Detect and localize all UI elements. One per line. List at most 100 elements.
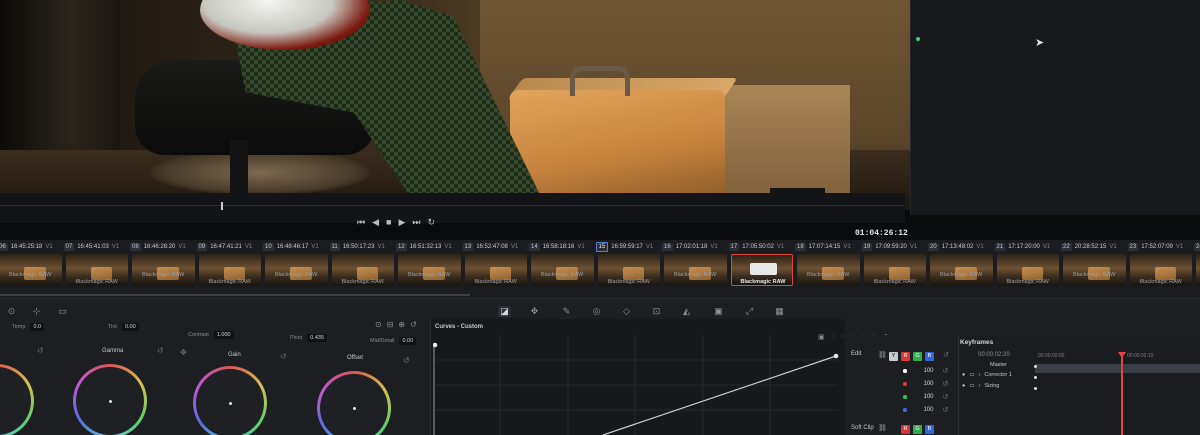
gamma-wheel[interactable] <box>73 364 147 435</box>
lift-reset-icon[interactable]: ↺ <box>37 346 44 355</box>
gamma-reset-icon[interactable]: ↺ <box>157 346 164 355</box>
temp-field[interactable]: 0.0 <box>30 323 45 331</box>
key-icon[interactable]: ▣ <box>712 306 725 317</box>
keyframe-marker[interactable] <box>1034 376 1037 379</box>
clip-label[interactable]: 17 17:05:50:02 V1 <box>728 240 784 254</box>
channel-b-button[interactable]: B <box>925 352 934 361</box>
viewer-image[interactable] <box>0 0 910 210</box>
blur-icon[interactable]: ◭ <box>680 306 693 317</box>
link-icon[interactable]: ⛓ <box>878 351 887 359</box>
kf-track-corrector[interactable]: ● ▭ › Corrector 1 <box>962 372 1012 378</box>
kf-lock-icon[interactable]: ▭ <box>969 383 974 389</box>
zoom-icon[interactable]: ⊕ <box>398 320 405 329</box>
clip-label[interactable]: 24V1 <box>1194 240 1200 254</box>
pivot-field[interactable]: 0.435 <box>307 334 327 342</box>
clip-label[interactable]: 08 16:46:26:20 V1 <box>130 240 186 254</box>
viewer-scrubber[interactable] <box>0 193 905 223</box>
magic-mask-icon[interactable]: ⊡ <box>650 306 663 317</box>
clip-caption: Blackmagic RAW <box>940 272 983 278</box>
clip-timecode: 16:45:41:03 <box>77 244 109 250</box>
clip-track: V1 <box>1042 244 1051 250</box>
tracker-icon[interactable]: ◇ <box>620 306 633 317</box>
stop-icon[interactable]: ■ <box>386 217 391 228</box>
tint-field[interactable]: 0.00 <box>121 323 139 331</box>
kf-expand-icon[interactable]: › <box>979 372 981 378</box>
clip-number: 13 <box>462 243 474 251</box>
clip-label[interactable]: 12 16:51:32:13 V1 <box>396 240 452 254</box>
clip-label[interactable]: 06 16:45:25:18 V1 <box>0 240 53 254</box>
clip-label[interactable]: 10 16:48:46:17 V1 <box>263 240 319 254</box>
monitor-icon[interactable]: ▭ <box>56 306 69 317</box>
y-reset-icon[interactable]: ↺ <box>943 367 949 375</box>
master-track-bar[interactable] <box>1035 364 1200 373</box>
r-value[interactable]: 100 <box>912 381 933 387</box>
offset-reset-icon[interactable]: ↺ <box>403 356 410 365</box>
b-value[interactable]: 100 <box>912 407 933 413</box>
bars-icon[interactable]: ⊟ <box>387 320 394 329</box>
clip-number: 11 <box>329 243 340 251</box>
go-to-end-icon[interactable]: ⏭ <box>412 217 420 228</box>
clip-label[interactable]: 15 16:59:59:17 V1 <box>595 240 653 254</box>
play-icon[interactable]: ▶ <box>398 217 405 228</box>
g-value[interactable]: 100 <box>912 394 933 400</box>
curve-graph[interactable] <box>433 335 843 435</box>
clip-caption: Blackmagic RAW <box>474 279 517 285</box>
kf-expand-icon[interactable]: › <box>979 383 981 389</box>
gain-wheel[interactable] <box>193 366 267 435</box>
r-channel-row: 100 ↺ <box>903 380 948 388</box>
channel-y-button[interactable]: Y <box>889 352 898 361</box>
play-reverse-icon[interactable]: ◀ <box>372 217 379 228</box>
y-value[interactable]: 100 <box>912 368 933 374</box>
color-warper-icon[interactable]: ✥ <box>528 306 541 317</box>
clip-label[interactable]: 14 16:58:18:16 V1 <box>529 240 585 254</box>
gain-reset-icon[interactable]: ↺ <box>280 352 287 361</box>
r-reset-icon[interactable]: ↺ <box>943 380 949 388</box>
g-reset-icon[interactable]: ↺ <box>943 393 949 401</box>
reset-all-icon[interactable]: ↺ <box>410 320 417 329</box>
picker-icon[interactable]: ⊹ <box>30 306 43 317</box>
curves-tool-icon[interactable]: ◪ <box>498 306 511 317</box>
channel-r-button[interactable]: R <box>901 352 910 361</box>
clip-label[interactable]: 21 17:17:20:00 V1 <box>994 240 1051 254</box>
clip-label[interactable]: 19 17:09:59:20 V1 <box>861 240 917 254</box>
kf-track-master[interactable]: Master <box>990 362 1007 368</box>
clip-track: V1 <box>444 244 452 250</box>
b-reset-icon[interactable]: ↺ <box>943 406 949 414</box>
contrast-field[interactable]: 1.000 <box>213 331 234 339</box>
window-icon[interactable]: ◎ <box>590 306 603 317</box>
sizing-icon[interactable]: ⤢ <box>743 306 756 317</box>
go-to-start-icon[interactable]: ⏮ <box>357 217 365 228</box>
target-icon[interactable]: ⊙ <box>5 306 18 317</box>
scrub-playhead[interactable] <box>221 202 223 210</box>
softclip-r-button[interactable]: R <box>901 425 910 434</box>
softclip-b-button[interactable]: B <box>925 425 934 434</box>
clip-label[interactable]: 13 16:52:47:08 V1 <box>462 240 519 254</box>
middetail-field[interactable]: 0.00 <box>399 337 417 345</box>
loop-icon[interactable]: ↻ <box>428 217 436 228</box>
clip-label[interactable]: 23 17:52:07:09 V1 <box>1127 240 1183 254</box>
primaries-mode-icon[interactable]: ⊙ <box>375 320 382 329</box>
clip-label[interactable]: 22 20:28:52:15 V1 <box>1061 240 1117 254</box>
softclip-link-icon[interactable]: ⛓ <box>878 424 887 432</box>
auto-balance-icon[interactable]: ✥ <box>180 348 187 357</box>
kf-lock-icon[interactable]: ▭ <box>969 372 974 378</box>
offset-wheel[interactable] <box>317 371 391 435</box>
keyframe-marker[interactable] <box>1034 387 1037 390</box>
clip-label[interactable]: 20 17:13:48:02 V1 <box>928 240 984 254</box>
clip-label[interactable]: 09 16:47:41:21 V1 <box>196 240 252 254</box>
clip-track: V1 <box>577 244 585 250</box>
g-channel-row: 100 ↺ <box>903 393 948 401</box>
softclip-g-button[interactable]: G <box>913 425 922 434</box>
clip-label[interactable]: 07 16:45:41:03 V1 <box>63 240 119 254</box>
clip-label[interactable]: 11 16:50:17:23 V1 <box>329 240 385 254</box>
3d-icon[interactable]: ▦ <box>773 306 786 317</box>
clip-strip-scrollbar[interactable] <box>0 294 470 296</box>
edit-reset-icon[interactable]: ↺ <box>943 351 949 359</box>
kf-track-sizing[interactable]: ● ▭ › Sizing <box>962 383 999 389</box>
clip-label[interactable]: 18 17:07:14:15 V1 <box>795 240 851 254</box>
clip-track: V1 <box>510 244 519 250</box>
qualifier-icon[interactable]: ✎ <box>560 306 573 317</box>
keyframe-marker[interactable] <box>1034 365 1037 368</box>
clip-label[interactable]: 16 17:02:01:18 V1 <box>662 240 718 254</box>
channel-g-button[interactable]: G <box>913 352 922 361</box>
